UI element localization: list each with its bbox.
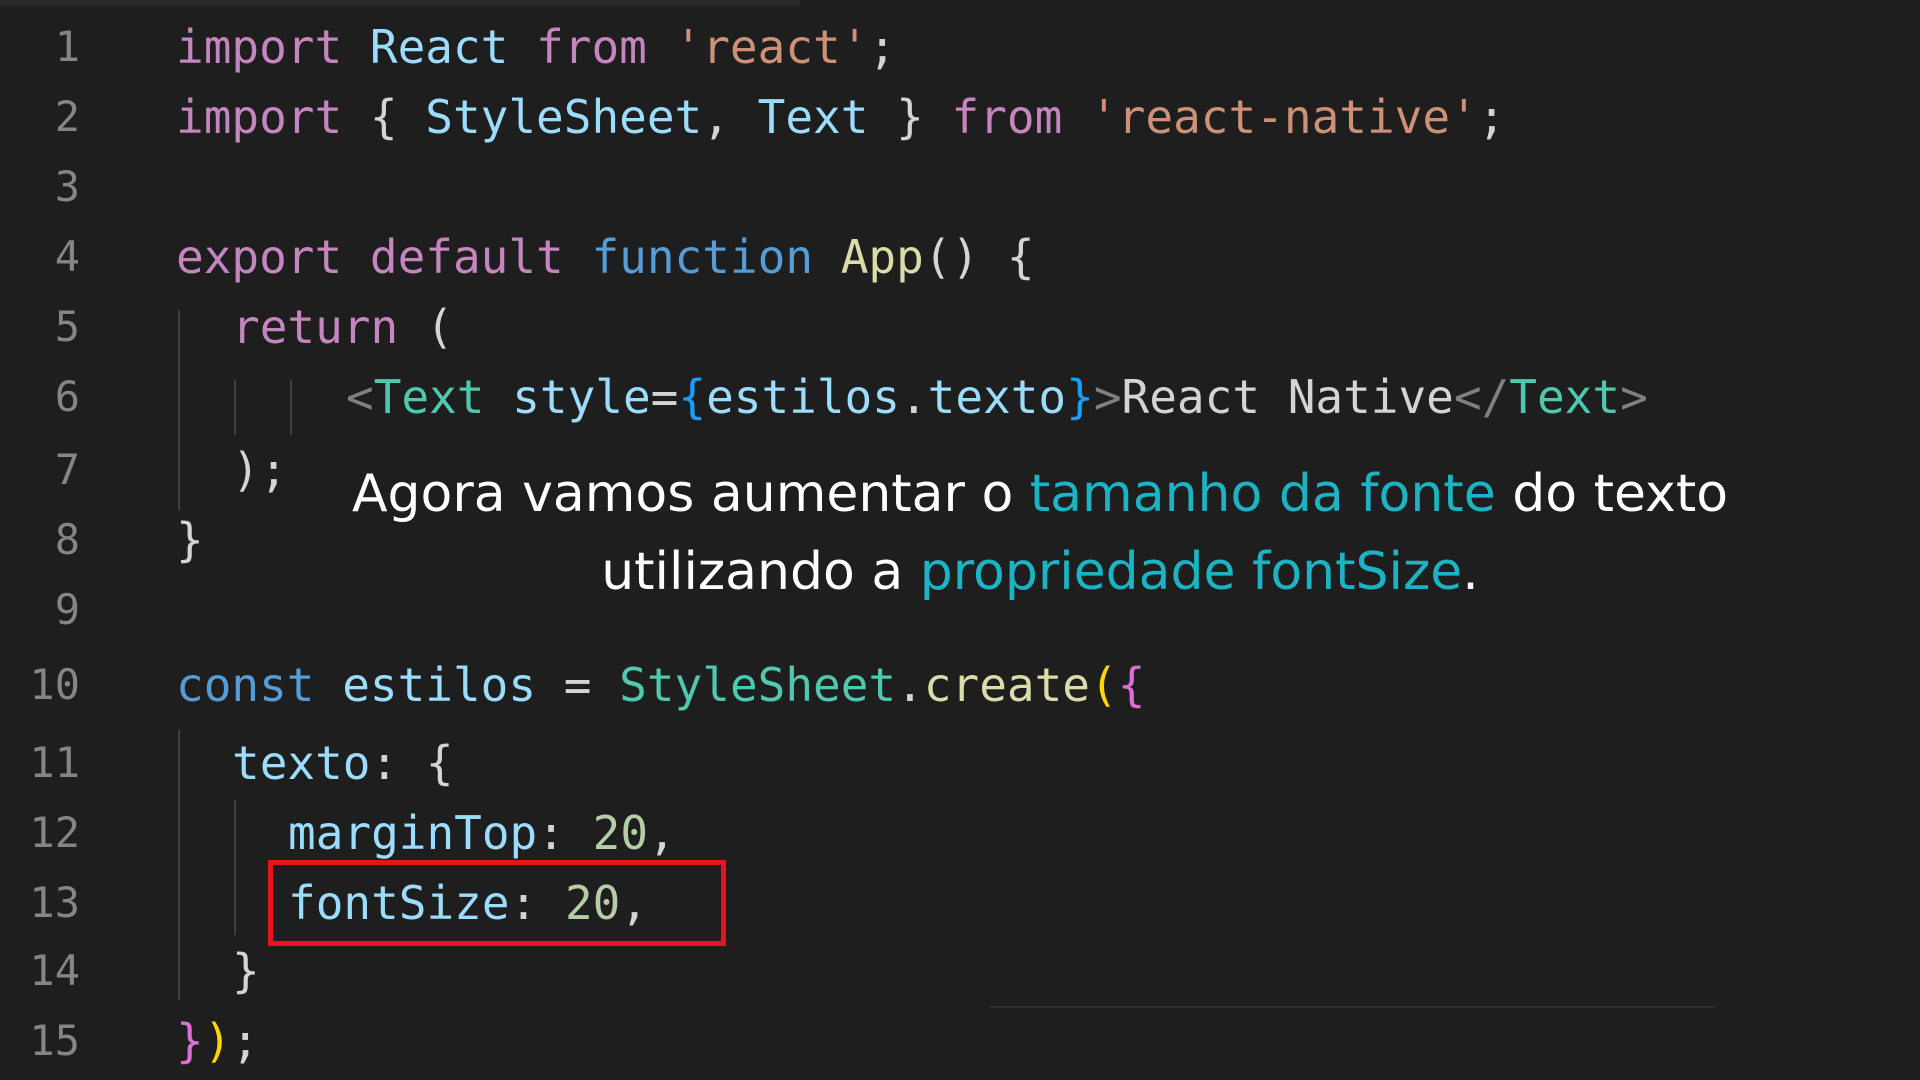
code-line[interactable]: 10 const estilos = StyleSheet.create({ (0, 650, 1920, 720)
code-line[interactable]: 12 marginTop: 20, (0, 798, 1920, 868)
instruction-caption: Agora vamos aumentar o tamanho da fonte … (300, 455, 1780, 611)
line-number: 4 (54, 232, 80, 281)
code-text: texto: { (232, 736, 454, 790)
code-text: } (232, 944, 260, 998)
line-number: 8 (54, 515, 80, 564)
line-number: 10 (29, 660, 80, 709)
code-line[interactable]: 3 (0, 152, 1920, 222)
caption-highlight: propriedade fontSize (919, 542, 1463, 602)
caption-highlight: tamanho da fonte (1029, 464, 1496, 524)
line-number: 14 (29, 946, 80, 995)
fontsize-highlight-box (268, 860, 726, 946)
code-text: import { StyleSheet, Text } from 'react-… (176, 90, 1506, 144)
code-text: return ( (232, 300, 454, 354)
divider (990, 1006, 1715, 1008)
line-number: 12 (29, 808, 80, 857)
line-number: 6 (54, 372, 80, 421)
line-number: 2 (54, 92, 80, 141)
line-number: 3 (54, 162, 80, 211)
code-line[interactable]: 4 export default function App() { (0, 222, 1920, 292)
line-number: 13 (29, 878, 80, 927)
code-line[interactable]: 5 return ( (0, 292, 1920, 362)
code-text: <Text style={estilos.texto}>React Native… (346, 370, 1648, 424)
code-text: export default function App() { (176, 230, 1035, 284)
line-number: 1 (54, 22, 80, 71)
code-text: }); (176, 1014, 260, 1068)
code-text: ); (232, 443, 288, 497)
code-line[interactable]: 2 import { StyleSheet, Text } from 'reac… (0, 82, 1920, 152)
caption-text: . (1462, 542, 1479, 602)
code-text: import React from 'react'; (176, 20, 897, 74)
code-text: const estilos = StyleSheet.create({ (176, 658, 1146, 712)
code-line[interactable]: 11 texto: { (0, 728, 1920, 798)
code-line[interactable]: 6 <Text style={estilos.texto}>React Nati… (0, 362, 1920, 432)
code-line[interactable]: 1 import React from 'react'; (0, 12, 1920, 82)
code-line[interactable]: 14 } (0, 936, 1920, 1006)
line-number: 7 (54, 445, 80, 494)
line-number: 5 (54, 302, 80, 351)
code-editor: 1 import React from 'react'; 2 import { … (0, 0, 1920, 1080)
code-text: } (176, 513, 204, 567)
line-number: 15 (29, 1016, 80, 1065)
code-text: marginTop: 20, (288, 806, 676, 860)
caption-text: Agora vamos aumentar o (351, 464, 1030, 524)
line-number: 11 (29, 738, 80, 787)
line-number: 9 (54, 585, 80, 634)
editor-tab-strip (0, 0, 800, 6)
code-line[interactable]: 15 }); (0, 1006, 1920, 1076)
